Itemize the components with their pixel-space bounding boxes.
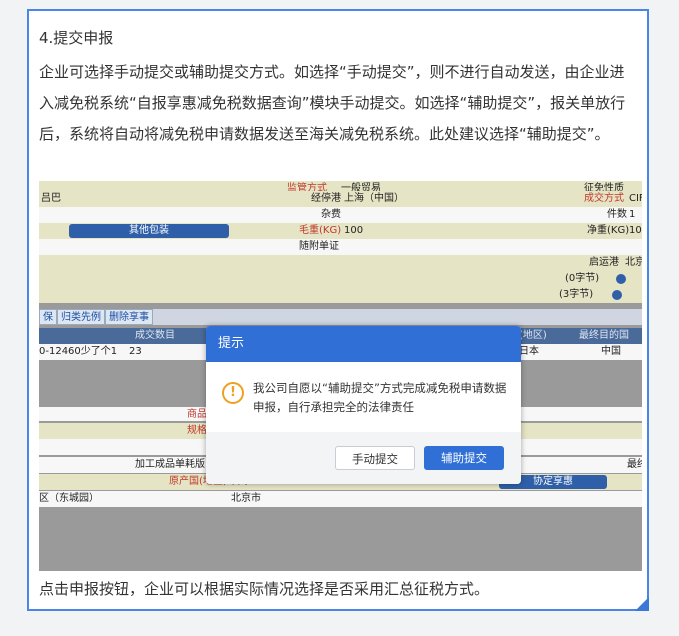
section-heading: 4.提交申报 <box>39 29 114 47</box>
manual-submit-button[interactable]: 手动提交 <box>335 446 415 470</box>
header-region: (地区) <box>519 330 547 341</box>
departure-label: 启运港 <box>589 257 619 268</box>
pieces-value: 1 <box>629 209 636 220</box>
port-value: 上海（中国） <box>344 193 404 204</box>
city-text: 北京市 <box>231 493 261 504</box>
header-dest: 最终目的国 <box>579 330 629 341</box>
left-text: 吕巴 <box>41 193 61 204</box>
pieces-label: 件数 <box>607 209 627 220</box>
section-paragraph: 企业可选择手动提交或辅助提交方式。如选择“手动提交”，则不进行自动发送，由企业进… <box>39 63 626 143</box>
row-region: 日本 <box>519 346 539 357</box>
header-qty: 成交数目 <box>135 330 175 341</box>
net-weight-value: 100 <box>629 225 642 236</box>
dialog-footer: 手动提交 辅助提交 <box>206 432 521 484</box>
spec-label: 规格 <box>187 425 207 436</box>
process-label: 加工成品单耗版 <box>135 459 205 470</box>
toolbar-save[interactable]: 保 <box>39 309 57 325</box>
toolbar-delete[interactable]: 删除享事 <box>105 309 153 325</box>
deal-value: CIF <box>629 193 642 204</box>
corner-fold <box>635 597 649 611</box>
form-row-3: 杂费 件数 1 <box>39 207 642 223</box>
form-row-4: 其他包装 毛重(KG) 100 净重(KG) 100 <box>39 223 642 239</box>
bytes-zero: (0字节) <box>565 273 600 284</box>
form-row-6: 启运港 北京 <box>39 255 642 271</box>
embedded-screenshot: 监管方式 一般贸易 征免性质 吕巴 经停港 上海（中国） 成交方式 CIF 杂费… <box>39 181 642 571</box>
final-label: 最终 <box>627 459 642 470</box>
row-dest: 中国 <box>601 346 621 357</box>
info-icon-2[interactable] <box>612 290 622 300</box>
confirm-dialog: 提示 ! 我公司自愿以“辅助提交”方式完成减免税申请数据申报，自行承担完全的法律… <box>206 326 521 484</box>
footer-text: 点击申报按钮，企业可以根据实际情况选择是否采用汇总征税方式。 <box>39 580 490 598</box>
row-qty: 23 <box>129 346 142 357</box>
form-row-2: 吕巴 经停港 上海（中国） 成交方式 CIF <box>39 191 642 207</box>
warning-icon: ! <box>222 382 244 404</box>
documents-label: 随附单证 <box>299 241 339 252</box>
net-weight-label: 净重(KG) <box>587 225 630 236</box>
lower-row-6: 区（东城园） 北京市 <box>39 491 642 507</box>
deal-label: 成交方式 <box>584 193 624 204</box>
toolbar-classification[interactable]: 归类先例 <box>57 309 105 325</box>
table-toolbar: 保 归类先例 删除享事 <box>39 309 642 325</box>
form-row-5: 随附单证 <box>39 239 642 255</box>
departure-value: 北京 <box>625 257 642 268</box>
district-text: 区（东城园） <box>39 493 99 504</box>
other-packaging-button[interactable]: 其他包装 <box>69 224 229 238</box>
bytes-three: (3字节) <box>559 289 594 300</box>
form-row-7: (0字节) <box>39 271 642 287</box>
misc-label: 杂费 <box>321 209 341 220</box>
dialog-title: 提示 <box>206 326 521 362</box>
form-row-8: (3字节) <box>39 287 642 303</box>
assisted-submit-button[interactable]: 辅助提交 <box>424 446 504 470</box>
gross-weight-value: 100 <box>344 225 364 236</box>
port-label: 经停港 <box>311 193 341 204</box>
info-icon[interactable] <box>616 274 626 284</box>
dialog-message: 我公司自愿以“辅助提交”方式完成减免税申请数据申报，自行承担完全的法律责任 <box>253 381 507 414</box>
lower-empty <box>39 507 642 571</box>
row-code: 0-12460少了个1 <box>39 346 118 357</box>
goods-label: 商品 <box>187 409 207 420</box>
gross-weight-label: 毛重(KG) <box>299 225 342 236</box>
article-card: 4.提交申报 企业可选择手动提交或辅助提交方式。如选择“手动提交”，则不进行自动… <box>27 9 649 611</box>
